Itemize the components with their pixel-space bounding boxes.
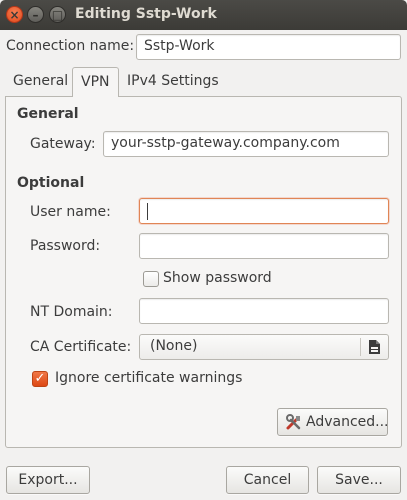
window-titlebar: × – □ Editing Sstp-Work	[0, 0, 407, 30]
tab-general-label: General	[13, 73, 69, 89]
password-field[interactable]	[139, 233, 389, 259]
connection-name-field[interactable]: Sstp-Work	[136, 34, 401, 60]
gateway-field[interactable]: your-sstp-gateway.company.com	[103, 131, 389, 157]
export-button[interactable]: Export...	[6, 466, 90, 494]
text-cursor	[147, 203, 148, 220]
ignore-cert-warnings-label[interactable]: Ignore certificate warnings	[55, 370, 242, 386]
chooser-separator	[360, 338, 361, 356]
show-password-checkbox[interactable]	[143, 271, 159, 287]
username-field[interactable]	[139, 198, 389, 224]
tools-icon	[286, 414, 301, 430]
nt-domain-field[interactable]	[139, 298, 389, 324]
gateway-value: your-sstp-gateway.company.com	[111, 135, 340, 151]
general-section-header: General	[17, 106, 79, 122]
cancel-button[interactable]: Cancel	[226, 466, 309, 494]
advanced-button[interactable]: Advanced...	[277, 408, 389, 436]
tab-vpn-label: VPN	[81, 74, 110, 90]
ca-certificate-label: CA Certificate:	[30, 339, 132, 355]
ca-certificate-chooser[interactable]: (None)	[139, 334, 389, 360]
tab-vpn[interactable]: VPN	[72, 67, 119, 97]
save-button[interactable]: Save...	[317, 466, 401, 494]
advanced-button-label: Advanced...	[306, 414, 389, 430]
document-open-icon	[369, 340, 380, 354]
optional-section-header: Optional	[17, 175, 85, 191]
password-label: Password:	[30, 238, 101, 254]
cancel-button-label: Cancel	[243, 472, 292, 488]
minimize-icon[interactable]: –	[27, 6, 44, 23]
tab-general[interactable]: General	[7, 69, 74, 96]
tab-ipv4-settings[interactable]: IPv4 Settings	[121, 69, 225, 96]
checkmark-icon: ✓	[34, 371, 46, 386]
save-button-label: Save...	[335, 472, 383, 488]
ignore-cert-warnings-checkbox[interactable]: ✓	[32, 371, 48, 387]
ca-certificate-value: (None)	[150, 338, 198, 354]
window-title: Editing Sstp-Work	[75, 6, 217, 22]
username-label: User name:	[30, 204, 111, 220]
tab-ipv4-label: IPv4 Settings	[127, 73, 219, 89]
maximize-icon[interactable]: □	[49, 6, 66, 23]
gateway-label: Gateway:	[30, 136, 96, 152]
show-password-label[interactable]: Show password	[163, 270, 272, 286]
export-button-label: Export...	[18, 472, 78, 488]
close-icon[interactable]: ×	[6, 6, 23, 23]
connection-name-label: Connection name:	[6, 38, 135, 54]
nt-domain-label: NT Domain:	[30, 304, 113, 320]
connection-name-value: Sstp-Work	[144, 38, 215, 54]
